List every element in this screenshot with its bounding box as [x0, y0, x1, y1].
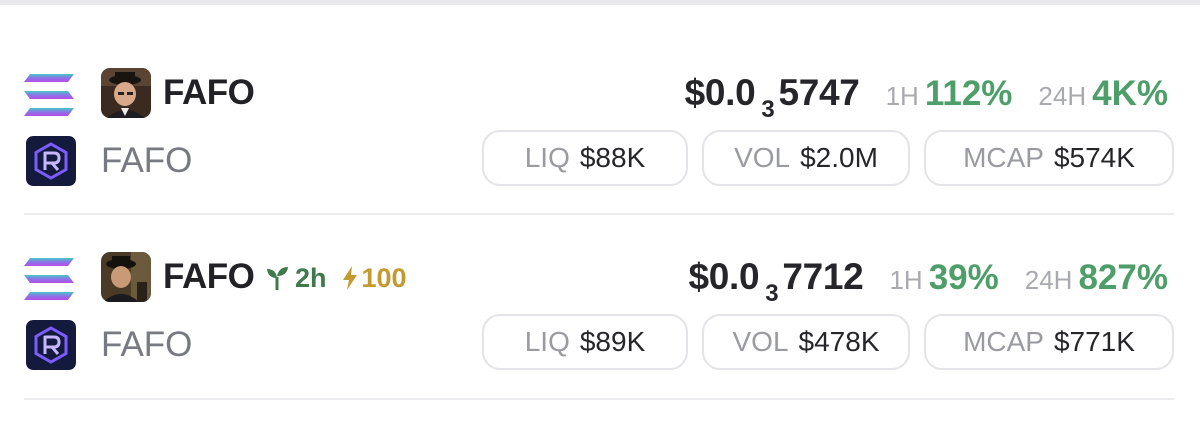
token-avatar: [101, 252, 151, 302]
change-24h: 827%: [1078, 258, 1168, 297]
row-divider: [24, 213, 1174, 215]
change-1h-label: 1H: [885, 81, 919, 111]
price: $0.0 3 7712: [688, 256, 864, 307]
change-1h: 39%: [928, 258, 999, 297]
boost-tag: 100: [341, 263, 407, 294]
solana-icon: [24, 258, 74, 300]
volume-pill[interactable]: VOL $2.0M: [702, 130, 910, 186]
price-stats: $0.0 3 5747 1H 112% 24H 4K%: [684, 72, 1168, 123]
solana-icon: [24, 74, 74, 116]
price-zero-count: 3: [761, 96, 775, 123]
change-1h-label: 1H: [889, 265, 923, 295]
token-row[interactable]: FAFO FAFO $0.0 3 5747 1H 112% 24H 4K% LIQ $…: [0, 68, 1200, 228]
liquidity-pill[interactable]: LIQ $88K: [482, 130, 688, 186]
token-symbol: FAFO: [163, 73, 255, 112]
token-tags: 2h 100: [265, 262, 407, 294]
row-divider: [24, 398, 1174, 400]
price: $0.0 3 5747: [684, 72, 860, 123]
liquidity-pill[interactable]: LIQ $89K: [482, 314, 688, 370]
raydium-icon: [26, 136, 76, 186]
token-symbol: FAFO: [163, 257, 255, 296]
change-24h-label: 24H: [1024, 265, 1073, 295]
price-zero-count: 3: [765, 280, 779, 307]
volume-pill[interactable]: VOL $478K: [702, 314, 910, 370]
raydium-icon: [26, 320, 76, 370]
change-24h-label: 24H: [1038, 81, 1087, 111]
age-tag: 2h: [265, 263, 327, 294]
token-avatar: [101, 68, 151, 118]
token-name: FAFO: [101, 325, 193, 364]
token-row[interactable]: FAFO 2h 100 FAFO $0.0 3 7712 1H 39% 24H 82…: [0, 252, 1200, 412]
lightning-icon: [342, 266, 357, 290]
change-1h: 112%: [924, 74, 1013, 113]
sprout-icon: [267, 267, 288, 290]
top-divider: [0, 0, 1200, 5]
token-name: FAFO: [101, 141, 193, 180]
market-cap-pill[interactable]: MCAP $771K: [924, 314, 1174, 370]
market-cap-pill[interactable]: MCAP $574K: [924, 130, 1174, 186]
metric-pills: LIQ $89K VOL $478K MCAP $771K: [482, 314, 1174, 370]
change-24h: 4K%: [1092, 74, 1168, 113]
metric-pills: LIQ $88K VOL $2.0M MCAP $574K: [482, 130, 1174, 186]
price-stats: $0.0 3 7712 1H 39% 24H 827%: [688, 256, 1168, 307]
